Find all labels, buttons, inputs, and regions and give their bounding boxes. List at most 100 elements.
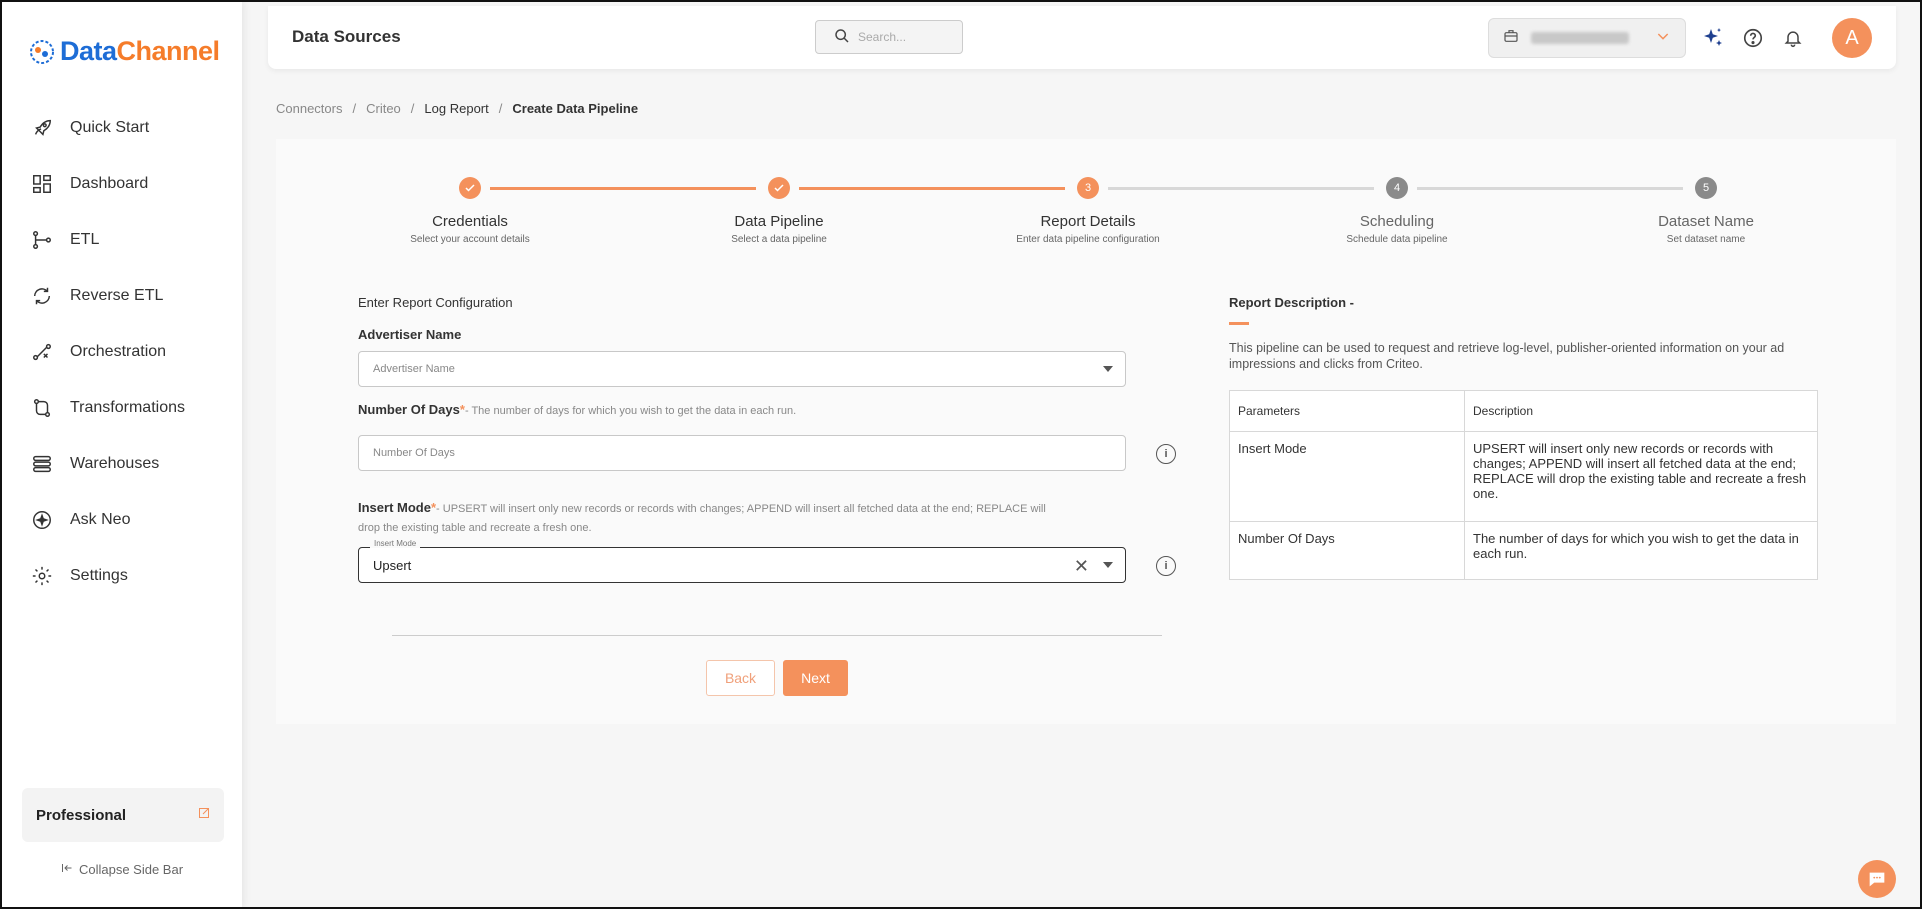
dropdown-arrow-icon[interactable] (1103, 562, 1113, 568)
step-subtitle: Select your account details (410, 234, 530, 245)
help-icon[interactable] (1741, 26, 1765, 50)
sidebar-item-quick-start[interactable]: Quick Start (2, 100, 242, 156)
sidebar-nav: Quick Start Dashboard ETL Reverse ETL Or… (2, 100, 242, 604)
external-link-icon[interactable] (198, 806, 210, 824)
table-header-row: Parameters Description (1229, 390, 1818, 432)
sidebar-item-label: ETL (70, 231, 100, 248)
column-header: Description (1464, 390, 1818, 432)
step-subtitle: Select a data pipeline (731, 234, 827, 245)
breadcrumb-separator: / (498, 101, 503, 116)
title-underline (1229, 322, 1249, 325)
breadcrumb-log-report[interactable]: Log Report (424, 101, 488, 116)
app-window: DataChannel Quick Start Dashboard ETL Re… (0, 0, 1922, 909)
ask-neo-icon (29, 507, 55, 533)
info-icon[interactable]: i (1156, 444, 1176, 464)
report-description-title: Report Description - (1229, 295, 1354, 310)
logo-text-channel: Channel (116, 36, 221, 66)
sidebar-item-label: Transformations (70, 399, 185, 416)
insert-mode-select[interactable]: Upsert ✕ (358, 547, 1126, 583)
table-cell: Insert Mode (1229, 431, 1465, 522)
step-subtitle: Schedule data pipeline (1346, 234, 1448, 245)
sidebar-item-label: Settings (70, 567, 128, 584)
table-row: Insert Mode UPSERT will insert only new … (1229, 431, 1818, 522)
advertiser-label: Advertiser Name (358, 327, 462, 342)
workspace-name-redacted (1531, 32, 1629, 44)
days-input[interactable]: Number Of Days (358, 435, 1126, 471)
collapse-sidebar-button[interactable]: Collapse Side Bar (2, 862, 242, 877)
sidebar-item-etl[interactable]: ETL (2, 212, 242, 268)
insert-mode-value: Upsert (373, 557, 412, 573)
plan-name: Professional (36, 806, 127, 824)
insert-mode-float-label: Insert Mode (370, 539, 421, 548)
report-description-text: This pipeline can be used to request and… (1229, 341, 1785, 371)
sidebar-item-orchestration[interactable]: Orchestration (2, 324, 242, 380)
breadcrumb-criteo[interactable]: Criteo (366, 101, 401, 116)
search-input[interactable]: Search... (815, 20, 963, 54)
step-number: 3 (1077, 177, 1099, 199)
table-cell: UPSERT will insert only new records or r… (1464, 431, 1818, 522)
reverse-etl-icon (29, 283, 55, 309)
step-report-details[interactable]: 3 Report Details Enter data pipeline con… (988, 177, 1188, 245)
avatar[interactable]: A (1832, 18, 1872, 58)
clear-icon[interactable]: ✕ (1074, 556, 1089, 577)
info-icon[interactable]: i (1156, 556, 1176, 576)
days-hint: - The number of days for which you wish … (464, 405, 797, 417)
step-dataset-name[interactable]: 5 Dataset Name Set dataset name (1606, 177, 1806, 245)
transformations-icon (29, 395, 55, 421)
search-placeholder: Search... (858, 30, 907, 44)
sidebar-item-label: Ask Neo (70, 511, 131, 528)
step-title: Credentials (432, 213, 508, 230)
days-placeholder: Number Of Days (373, 447, 455, 459)
breadcrumb-connectors[interactable]: Connectors (276, 101, 342, 116)
logo[interactable]: DataChannel (28, 36, 220, 67)
sparkle-icon[interactable] (1701, 26, 1725, 50)
workspace-selector[interactable] (1488, 18, 1686, 58)
sidebar-item-dashboard[interactable]: Dashboard (2, 156, 242, 212)
sidebar-item-label: Quick Start (70, 119, 150, 136)
sidebar: DataChannel Quick Start Dashboard ETL Re… (2, 2, 242, 907)
logo-text-data: Data (60, 36, 117, 66)
next-button[interactable]: Next (783, 660, 848, 696)
step-subtitle: Enter data pipeline configuration (1016, 234, 1160, 245)
step-scheduling[interactable]: 4 Scheduling Schedule data pipeline (1297, 177, 1497, 245)
collapse-arrow-icon (61, 862, 73, 877)
insert-mode-label: Insert Mode*- UPSERT will insert only ne… (358, 499, 1058, 537)
chat-bubble-icon[interactable] (1858, 860, 1896, 898)
step-title: Dataset Name (1658, 213, 1754, 230)
sidebar-item-warehouses[interactable]: Warehouses (2, 436, 242, 492)
breadcrumb: Connectors / Criteo / Log Report / Creat… (276, 101, 638, 116)
check-icon (768, 177, 790, 199)
check-icon (459, 177, 481, 199)
sidebar-item-label: Reverse ETL (70, 287, 164, 304)
sidebar-item-label: Dashboard (70, 175, 149, 192)
etl-icon (29, 227, 55, 253)
insert-mode-hint: - UPSERT will insert only new records or… (358, 503, 1046, 534)
advertiser-placeholder: Advertiser Name (373, 363, 455, 375)
step-data-pipeline[interactable]: Data Pipeline Select a data pipeline (679, 177, 879, 245)
content-card: Credentials Select your account details … (276, 139, 1896, 724)
search-icon (834, 28, 850, 47)
gear-icon (29, 563, 55, 589)
top-header: Data Sources Search... A (268, 6, 1896, 69)
step-subtitle: Set dataset name (1666, 234, 1746, 245)
sidebar-item-ask-neo[interactable]: Ask Neo (2, 492, 242, 548)
chevron-down-icon (1655, 28, 1671, 49)
form-divider (392, 635, 1162, 636)
logo-icon (30, 39, 54, 64)
insert-mode-label-text: Insert Mode (358, 500, 431, 515)
column-header: Parameters (1229, 390, 1465, 432)
rocket-icon (29, 115, 55, 141)
step-credentials[interactable]: Credentials Select your account details (370, 177, 570, 245)
sidebar-item-settings[interactable]: Settings (2, 548, 242, 604)
plan-card[interactable]: Professional (22, 788, 224, 842)
sidebar-item-transformations[interactable]: Transformations (2, 380, 242, 436)
sidebar-item-reverse-etl[interactable]: Reverse ETL (2, 268, 242, 324)
advertiser-select[interactable]: Advertiser Name (358, 351, 1126, 387)
step-number: 5 (1695, 177, 1717, 199)
back-button[interactable]: Back (706, 660, 775, 696)
days-label-text: Number Of Days (358, 402, 460, 417)
step-number: 4 (1386, 177, 1408, 199)
bell-icon[interactable] (1781, 26, 1805, 50)
breadcrumb-current: Create Data Pipeline (512, 101, 639, 116)
collapse-label: Collapse Side Bar (78, 862, 184, 877)
